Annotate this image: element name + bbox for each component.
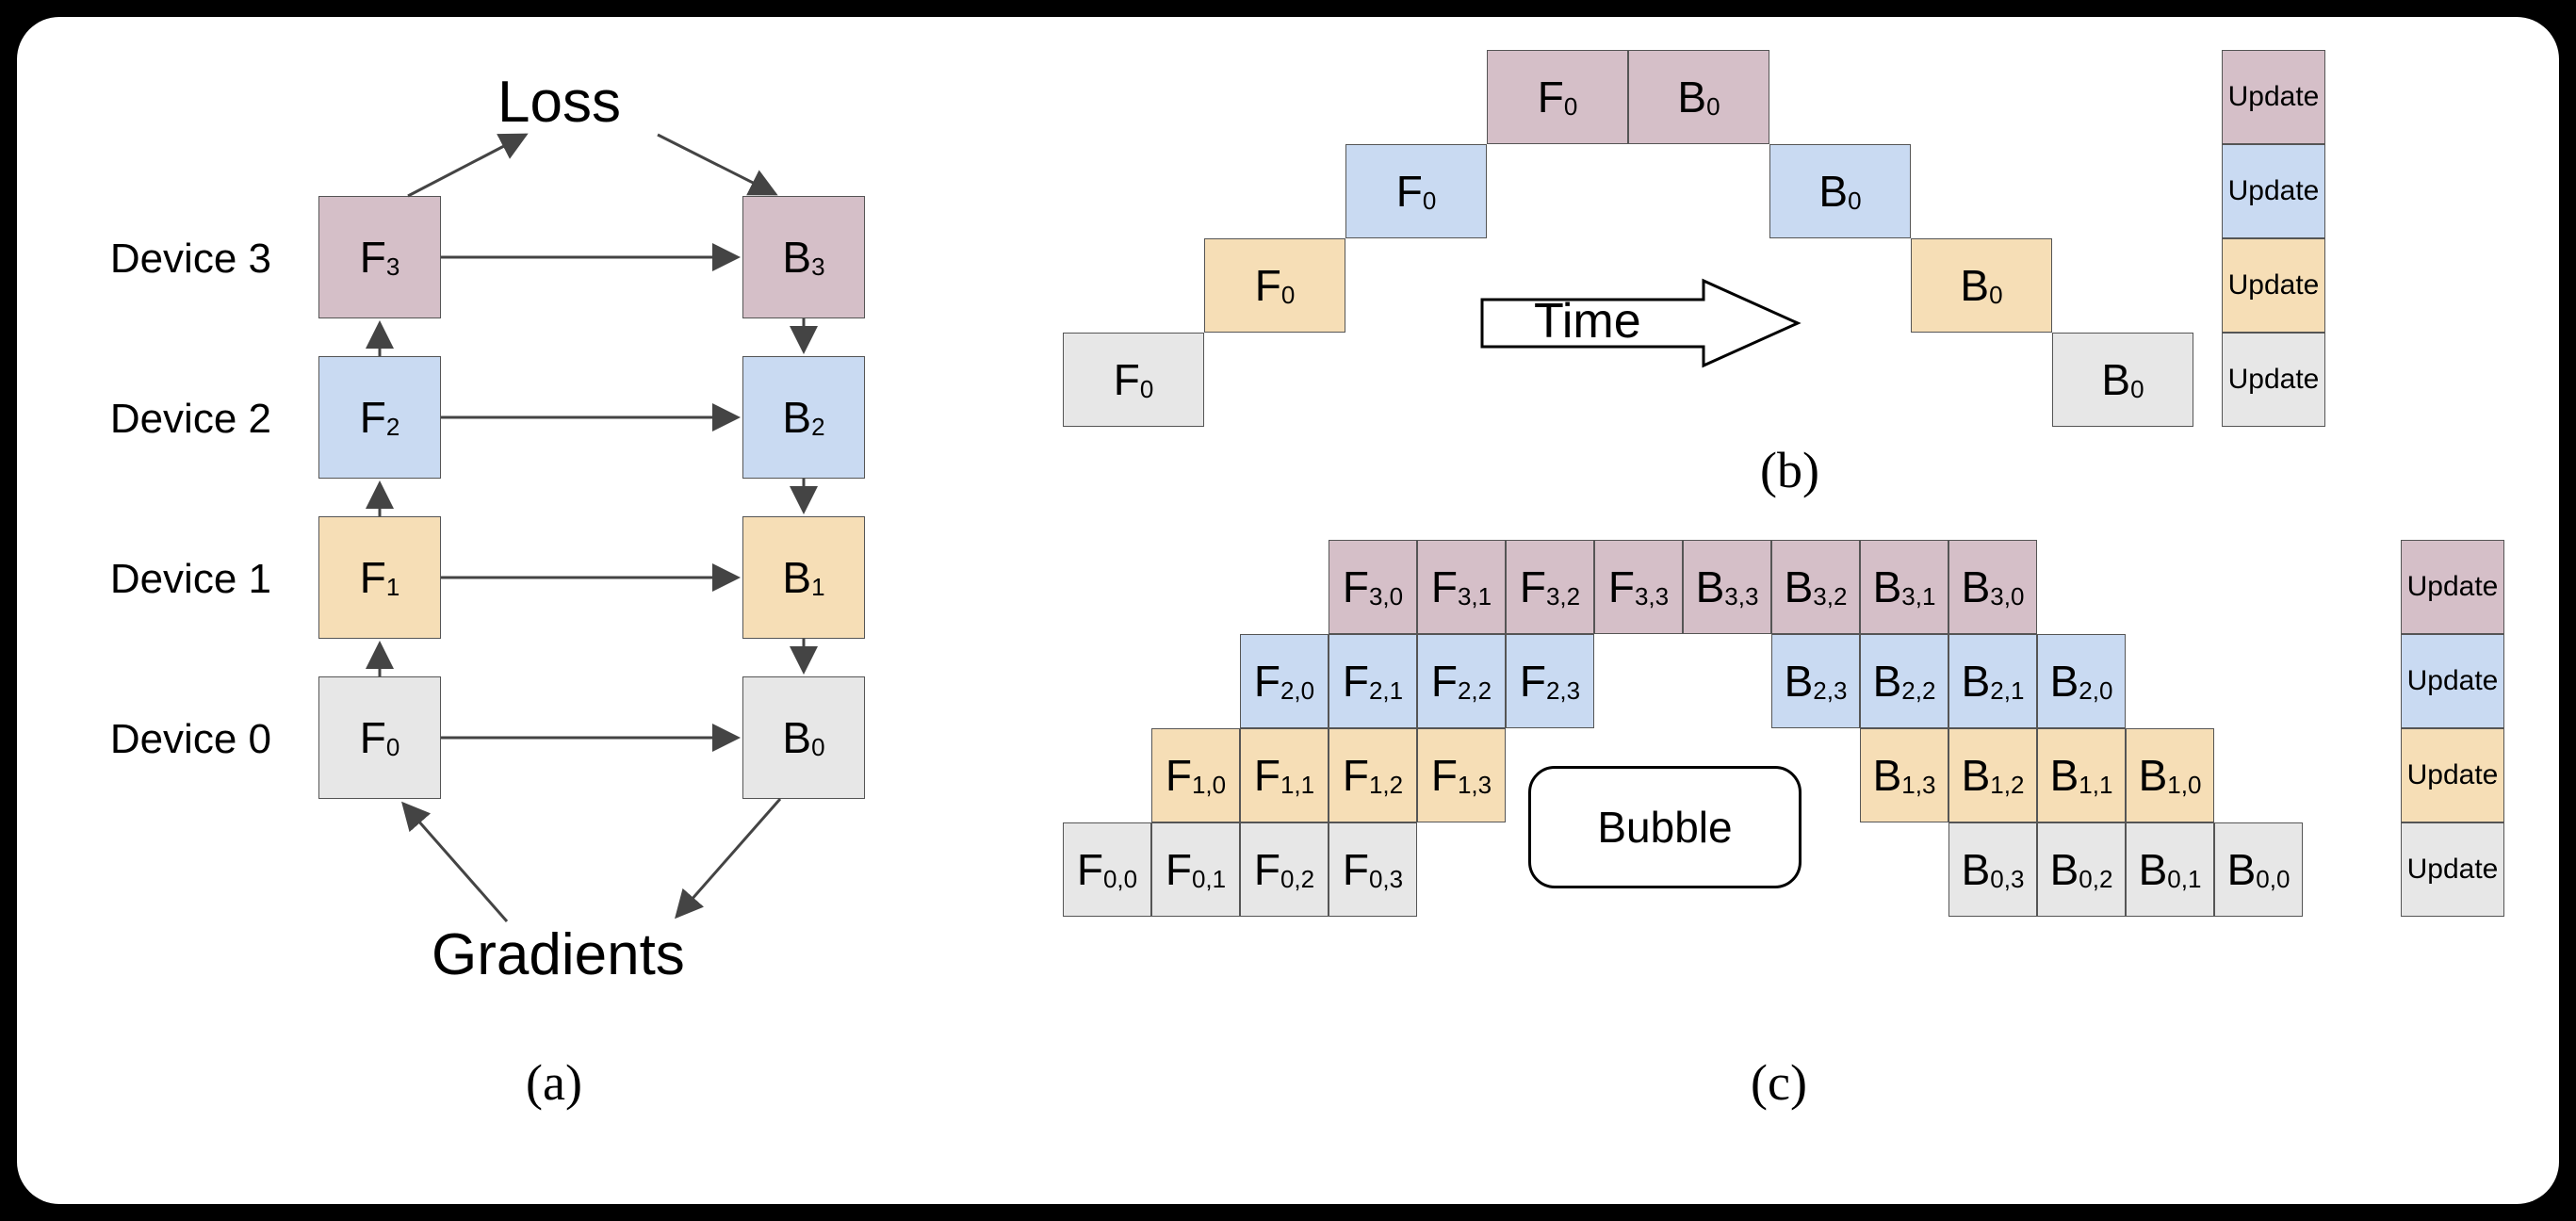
device-3-label: Device 3 — [83, 236, 271, 283]
b-upd0: Update — [2222, 333, 2325, 427]
c-F0-3: F0,3 — [1329, 822, 1417, 917]
c-F3-0: F3,0 — [1329, 540, 1417, 634]
c-B1-0: B1,0 — [2126, 728, 2214, 822]
b-b0: B0 — [2052, 333, 2193, 427]
c-B3-0: B3,0 — [1948, 540, 2037, 634]
box-B1: B1 — [742, 516, 865, 639]
box-B0: B0 — [742, 676, 865, 799]
c-B2-2: B2,2 — [1860, 634, 1948, 728]
time-arrow-icon — [1477, 276, 1807, 380]
c-F2-3: F2,3 — [1506, 634, 1594, 728]
panel-c: Bubble Update Update Update Update (c) F… — [1063, 540, 2533, 1152]
c-F3-1: F3,1 — [1417, 540, 1506, 634]
c-upd2: Update — [2401, 634, 2504, 728]
box-B2: B2 — [742, 356, 865, 479]
b-upd2: Update — [2222, 144, 2325, 238]
c-F3-3: F3,3 — [1594, 540, 1683, 634]
c-upd1: Update — [2401, 728, 2504, 822]
label-gradients: Gradients — [432, 921, 685, 988]
b-b2: B0 — [1769, 144, 1911, 238]
label-loss: Loss — [497, 69, 621, 136]
panel-a: Loss Gradients (a) Device 3 Device 2 Dev… — [55, 55, 1044, 1166]
caption-b: (b) — [1760, 441, 1819, 499]
c-F1-3: F1,3 — [1417, 728, 1506, 822]
box-F2: F2 — [318, 356, 441, 479]
c-B3-3: B3,3 — [1683, 540, 1771, 634]
device-2-label: Device 2 — [83, 396, 271, 443]
c-F1-0: F1,0 — [1151, 728, 1240, 822]
c-B2-1: B2,1 — [1948, 634, 2037, 728]
c-upd3: Update — [2401, 540, 2504, 634]
c-F2-2: F2,2 — [1417, 634, 1506, 728]
b-f1: F0 — [1204, 238, 1345, 333]
c-B3-2: B3,2 — [1771, 540, 1860, 634]
box-B3: B3 — [742, 196, 865, 318]
bubble-box: Bubble — [1528, 766, 1802, 888]
b-upd1: Update — [2222, 238, 2325, 333]
panel-b: F0 F0 F0 F0 B0 B0 B0 B0 Update Update Up… — [1063, 50, 2533, 483]
b-f2: F0 — [1345, 144, 1487, 238]
box-F1: F1 — [318, 516, 441, 639]
b-f0: F0 — [1063, 333, 1204, 427]
arrows-a — [55, 55, 1044, 997]
c-F3-2: F3,2 — [1506, 540, 1594, 634]
c-F0-1: F0,1 — [1151, 822, 1240, 917]
c-F0-2: F0,2 — [1240, 822, 1329, 917]
c-F2-1: F2,1 — [1329, 634, 1417, 728]
c-B0-3: B0,3 — [1948, 822, 2037, 917]
c-B1-3: B1,3 — [1860, 728, 1948, 822]
c-B2-0: B2,0 — [2037, 634, 2126, 728]
c-B0-2: B0,2 — [2037, 822, 2126, 917]
c-B3-1: B3,1 — [1860, 540, 1948, 634]
c-F1-1: F1,1 — [1240, 728, 1329, 822]
diagram-canvas: Loss Gradients (a) Device 3 Device 2 Dev… — [17, 17, 2559, 1204]
c-B0-1: B0,1 — [2126, 822, 2214, 917]
c-B1-2: B1,2 — [1948, 728, 2037, 822]
c-F2-0: F2,0 — [1240, 634, 1329, 728]
caption-c: (c) — [1751, 1053, 1807, 1112]
b-b1: B0 — [1911, 238, 2052, 333]
b-f3: F0 — [1487, 50, 1628, 144]
device-1-label: Device 1 — [83, 556, 271, 603]
b-b3: B0 — [1628, 50, 1769, 144]
time-label: Time — [1534, 293, 1641, 350]
c-B1-1: B1,1 — [2037, 728, 2126, 822]
c-B0-0: B0,0 — [2214, 822, 2303, 917]
c-upd0: Update — [2401, 822, 2504, 917]
c-F1-2: F1,2 — [1329, 728, 1417, 822]
device-0-label: Device 0 — [83, 716, 271, 763]
c-F0-0: F0,0 — [1063, 822, 1151, 917]
box-F0: F0 — [318, 676, 441, 799]
box-F3: F3 — [318, 196, 441, 318]
caption-a: (a) — [526, 1053, 582, 1112]
b-upd3: Update — [2222, 50, 2325, 144]
c-B2-3: B2,3 — [1771, 634, 1860, 728]
